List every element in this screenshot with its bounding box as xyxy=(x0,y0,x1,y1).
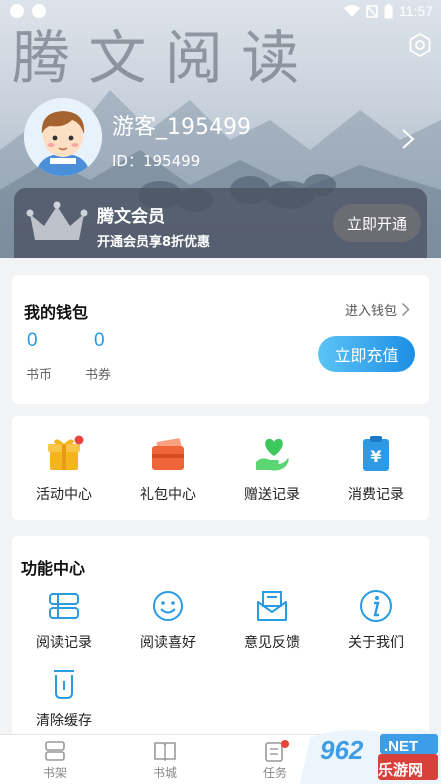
function-center-card: 功能中心 阅读记录 阅读喜好 意见反馈 关于我们 清除缓存 xyxy=(12,536,429,736)
battery-icon xyxy=(384,3,393,18)
gift-pack-center-item[interactable]: 礼包中心 xyxy=(116,434,220,514)
profile-header: 腾 文 阅 读 11:57 游客_195499 ID：195499 腾文会员 开… xyxy=(0,0,441,258)
crown-icon xyxy=(26,201,88,240)
reading-record-label: 阅读记录 xyxy=(36,635,92,651)
avatar[interactable] xyxy=(24,98,102,176)
avatar-illustration xyxy=(24,98,102,176)
notification-icon xyxy=(32,4,46,18)
tab-book-city-label: 书城 xyxy=(152,766,177,780)
consumption-record-item[interactable]: ¥ 消费记录 xyxy=(324,434,428,514)
wallet-title: 我的钱包 xyxy=(24,303,89,322)
feedback-label: 意见反馈 xyxy=(244,635,300,651)
user-id: ID：195499 xyxy=(112,152,201,170)
notification-icon xyxy=(10,4,24,18)
wallet-card: 我的钱包 进入钱包 0 书币 0 书券 立即充值 xyxy=(12,275,429,404)
reading-preference-item[interactable]: 阅读喜好 xyxy=(116,588,220,658)
member-subtitle: 开通会员享8折优惠 xyxy=(97,235,211,250)
about-us-label: 关于我们 xyxy=(348,635,404,651)
tab-tasks[interactable]: 任务 xyxy=(245,740,305,781)
book-coins-label: 书币 xyxy=(26,368,53,383)
gift-icon xyxy=(48,435,84,470)
signal-icon xyxy=(366,4,378,18)
clear-cache-item[interactable]: 清除缓存 xyxy=(12,666,116,736)
settings-icon[interactable] xyxy=(407,32,433,58)
reading-preference-label: 阅读喜好 xyxy=(140,635,196,651)
wifi-icon xyxy=(344,4,360,17)
enter-wallet-link[interactable]: 进入钱包 xyxy=(345,300,410,319)
book-city-icon xyxy=(154,742,176,762)
function-center-title: 功能中心 xyxy=(21,559,86,578)
feedback-item[interactable]: 意见反馈 xyxy=(220,588,324,658)
trash-icon xyxy=(54,670,74,699)
reading-record-icon xyxy=(49,593,79,619)
watermark-number: 962 xyxy=(320,735,364,765)
task-icon xyxy=(265,740,289,762)
heart-hand-icon xyxy=(256,438,289,471)
gift-record-label: 赠送记录 xyxy=(244,487,300,503)
badge-dot xyxy=(74,435,84,445)
tab-bookshelf[interactable]: 书架 xyxy=(25,740,85,781)
member-banner[interactable]: 腾文会员 开通会员享8折优惠 立即开通 xyxy=(14,188,427,258)
member-title: 腾文会员 xyxy=(97,207,165,227)
clear-cache-label: 清除缓存 xyxy=(36,713,92,729)
bookshelf-icon xyxy=(45,741,65,761)
watermark-site-name: 乐游网 xyxy=(378,761,424,779)
chevron-right-icon[interactable] xyxy=(400,128,416,150)
activity-center-label: 活动中心 xyxy=(36,487,92,503)
feedback-mail-icon xyxy=(257,591,287,621)
activity-center-item[interactable]: 活动中心 xyxy=(12,434,116,514)
username: 游客_195499 xyxy=(112,115,251,140)
consumption-record-label: 消费记录 xyxy=(348,487,404,503)
chevron-right-icon xyxy=(402,303,410,316)
clock-text: 11:57 xyxy=(399,3,433,19)
receipt-yen-icon: ¥ xyxy=(363,436,389,471)
svg-text:¥: ¥ xyxy=(370,447,381,466)
watermark-domain: .NET xyxy=(384,738,419,755)
wallet-card-icon xyxy=(152,438,184,470)
tab-book-city[interactable]: 书城 xyxy=(135,740,195,781)
book-vouchers-label: 书券 xyxy=(85,368,112,383)
about-us-item[interactable]: 关于我们 xyxy=(324,588,428,658)
quick-actions-card: 活动中心 礼包中心 赠送记录 ¥ 消费记录 xyxy=(12,416,429,520)
smile-icon xyxy=(153,591,183,621)
tab-tasks-label: 任务 xyxy=(262,766,287,780)
status-bar: 11:57 xyxy=(0,0,441,24)
gift-pack-center-label: 礼包中心 xyxy=(140,487,196,503)
reading-record-item[interactable]: 阅读记录 xyxy=(12,588,116,658)
calligraphy-text: 腾 文 阅 读 xyxy=(12,24,299,92)
info-icon xyxy=(360,590,392,622)
tab-bookshelf-label: 书架 xyxy=(42,766,67,780)
recharge-button[interactable]: 立即充值 xyxy=(318,336,415,372)
activate-membership-button[interactable]: 立即开通 xyxy=(333,204,421,242)
book-coins-value: 0 xyxy=(27,330,38,351)
book-vouchers-value: 0 xyxy=(94,330,105,351)
gift-record-item[interactable]: 赠送记录 xyxy=(220,434,324,514)
enter-wallet-label: 进入钱包 xyxy=(345,304,398,319)
